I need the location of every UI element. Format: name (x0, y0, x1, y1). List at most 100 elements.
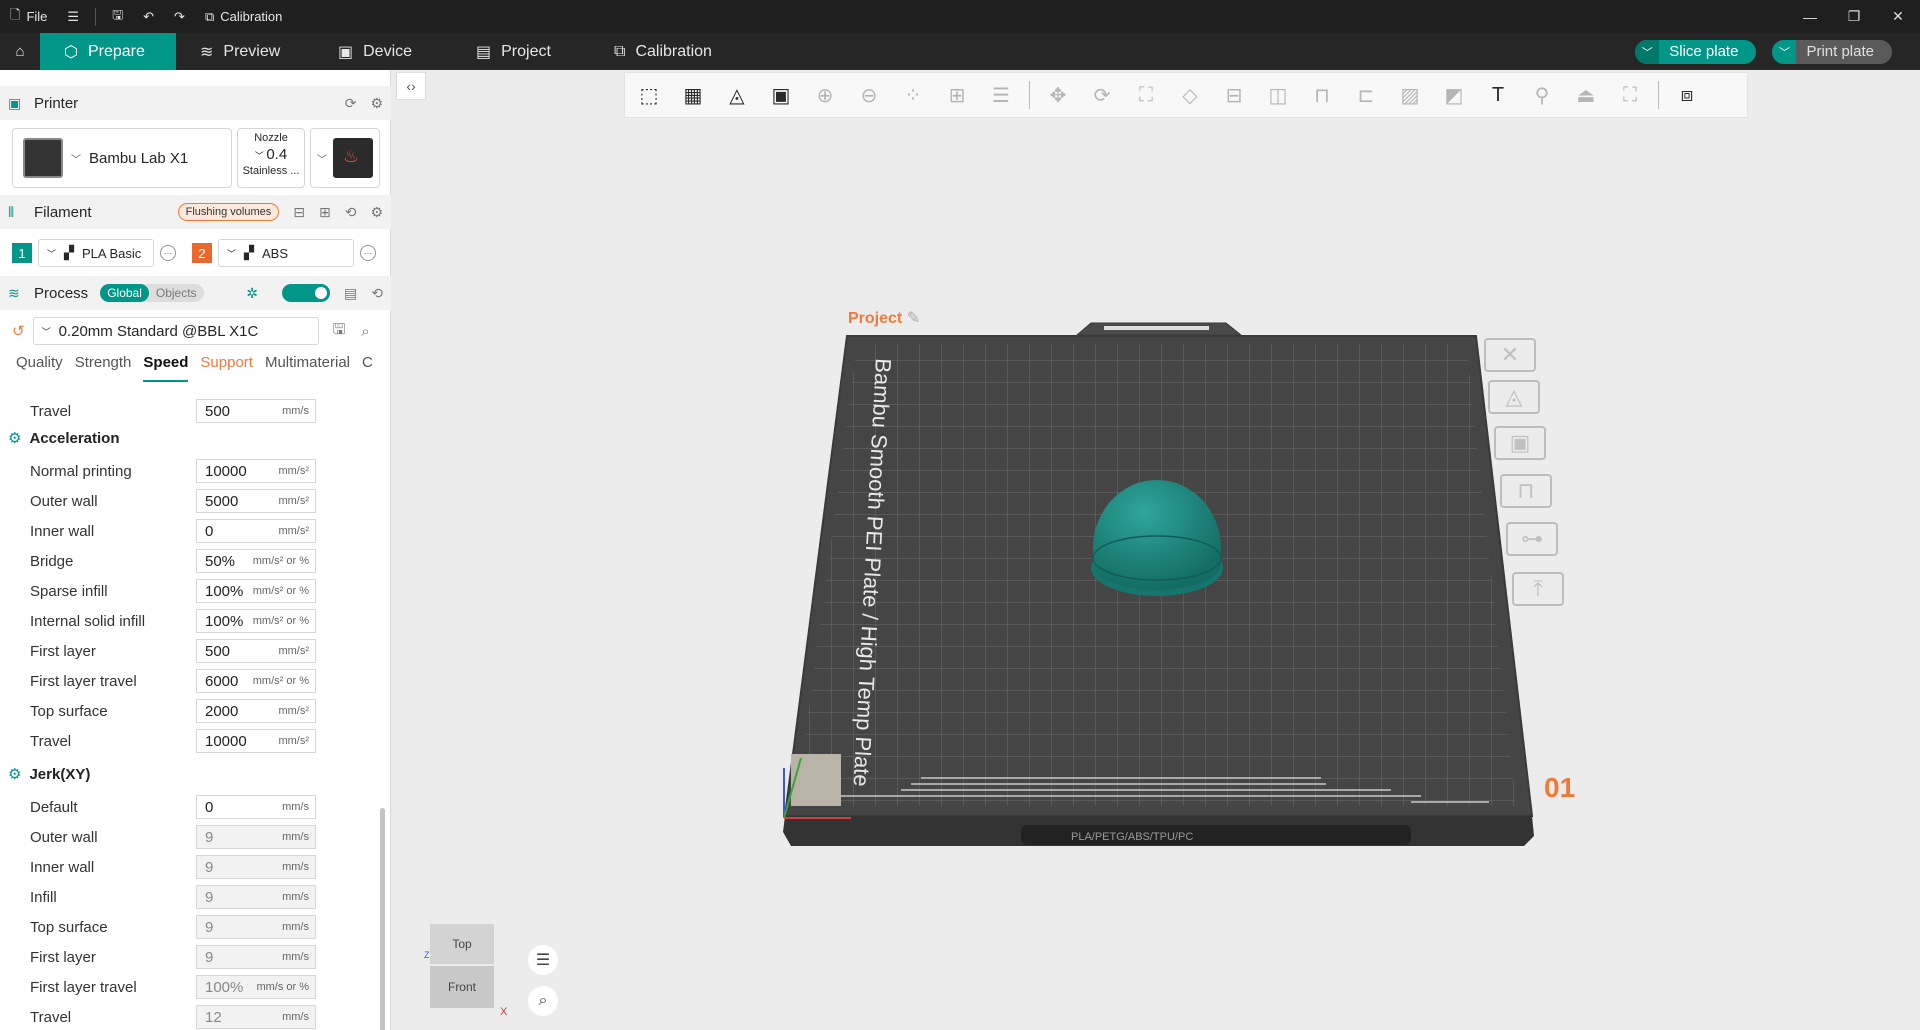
tab-calibration[interactable]: ⧉ Calibration (590, 33, 728, 70)
move-icon[interactable]: ✥ (1042, 79, 1074, 111)
close-button[interactable]: ✕ (1876, 0, 1920, 33)
tab-preview[interactable]: ≋ Preview (176, 33, 314, 70)
setting-input[interactable]: 50% mm/s² or % (196, 549, 316, 573)
tab-support[interactable]: Support (200, 354, 253, 382)
setting-input[interactable]: 10000 mm/s² (196, 729, 316, 753)
setting-input[interactable]: 9 mm/s (196, 915, 316, 939)
support-paint-icon[interactable]: ⊓ (1306, 79, 1338, 111)
setting-input[interactable]: 9 mm/s (196, 855, 316, 879)
tab-others-truncated[interactable]: C (362, 354, 373, 382)
filament-slot-badge[interactable]: 2 (192, 243, 212, 263)
setting-input[interactable]: 100% mm/s² or % (196, 609, 316, 633)
settings-icon[interactable]: ⚙ (370, 204, 383, 221)
tab-speed[interactable]: Speed (143, 354, 189, 382)
home-icon[interactable]: ⌂ (0, 33, 40, 70)
file-menu[interactable]: 🗋 File (0, 0, 57, 33)
3d-viewport[interactable]: PLA/PETG/ABS/TPU/PC Bambu Smooth PEI Pla… (391, 118, 1920, 1030)
menu-icon[interactable]: ☰ (57, 0, 89, 33)
scale-icon[interactable]: ⛶ (1130, 79, 1162, 111)
printer-selector[interactable]: ﹀ Bambu Lab X1 (12, 128, 232, 188)
settings-icon[interactable]: ⚙ (370, 95, 383, 112)
setting-input[interactable]: 500 mm/s (196, 399, 316, 423)
lock-plate-icon[interactable]: ⊓ (1500, 474, 1552, 508)
arrange-icon[interactable]: ▣ (765, 79, 797, 111)
cube-top-face[interactable]: Top (430, 924, 494, 964)
advanced-toggle[interactable] (282, 284, 331, 302)
settings-scrollbar[interactable] (379, 388, 386, 1030)
advanced-icon[interactable]: ✲ (246, 285, 258, 302)
tab-quality[interactable]: Quality (16, 354, 63, 382)
arrange-plate-icon[interactable]: ▣ (1494, 426, 1546, 460)
edit-icon[interactable]: ✎ (907, 310, 920, 327)
fuzzy-skin-icon[interactable]: ▨ (1394, 79, 1426, 111)
move-plate-icon[interactable]: ⤒ (1512, 572, 1564, 606)
restore-button[interactable]: ❐ (1832, 0, 1876, 33)
seam-paint-icon[interactable]: ⊏ (1350, 79, 1382, 111)
undo-icon[interactable]: ↶ (133, 0, 164, 33)
tab-device[interactable]: ▣ Device (314, 33, 452, 70)
setting-input[interactable]: 500 mm/s² (196, 639, 316, 663)
slice-plate-button[interactable]: ﹀ Slice plate (1635, 39, 1757, 64)
chevron-down-icon[interactable]: ﹀ (1772, 39, 1797, 64)
global-option[interactable]: Global (100, 284, 149, 302)
plate-settings-icon[interactable]: ⊶ (1506, 522, 1558, 556)
redo-icon[interactable]: ↷ (164, 0, 195, 33)
add-filament-icon[interactable]: ⊞ (319, 204, 331, 221)
setting-input[interactable]: 100% mm/s² or % (196, 579, 316, 603)
compare-icon[interactable]: ▤ (344, 285, 357, 302)
chevron-down-icon[interactable]: ﹀ (1635, 39, 1660, 64)
split-parts-icon[interactable]: ⊞ (941, 79, 973, 111)
project-label[interactable]: Project ✎ (848, 308, 920, 328)
assembly-view-icon[interactable]: ⧈ (1671, 79, 1703, 111)
tab-multimaterial[interactable]: Multimaterial (265, 354, 350, 382)
scrollbar-thumb[interactable] (380, 808, 385, 1030)
calibration-menu[interactable]: ⧉ Calibration (195, 0, 292, 33)
lay-on-face-icon[interactable]: ◇ (1174, 79, 1206, 111)
setting-input[interactable]: 0 mm/s (196, 795, 316, 819)
remove-icon[interactable]: ⊖ (853, 79, 885, 111)
setting-input[interactable]: 100% mm/s or % (196, 975, 316, 999)
process-preset-selector[interactable]: ﹀ 0.20mm Standard @BBL X1C (32, 317, 319, 345)
add-object-icon[interactable]: ⬚ (633, 79, 665, 111)
tab-strength[interactable]: Strength (75, 354, 132, 382)
minimize-button[interactable]: — (1788, 0, 1832, 33)
color-paint-icon[interactable]: ◩ (1438, 79, 1470, 111)
add-plate-icon[interactable]: ▦ (677, 79, 709, 111)
setting-input[interactable]: 9 mm/s (196, 825, 316, 849)
mesh-boolean-icon[interactable]: ◫ (1262, 79, 1294, 111)
tab-project[interactable]: ▤ Project (452, 33, 590, 70)
menu-icon[interactable]: ☰ (528, 945, 558, 975)
setting-input[interactable]: 9 mm/s (196, 885, 316, 909)
filament-slot-badge[interactable]: 1 (12, 243, 32, 263)
nozzle-selector[interactable]: Nozzle ﹀ 0.4 Stainless ... (237, 128, 305, 188)
filament-selector[interactable]: ﹀ ▞ PLA Basic (38, 239, 154, 267)
emboss-icon[interactable]: ⚲ (1526, 79, 1558, 111)
zoom-icon[interactable]: ⌕ (528, 986, 558, 1016)
save-icon[interactable]: 🖫 (333, 319, 346, 344)
assembly-icon[interactable]: ⛶ (1614, 79, 1646, 111)
split-objects-icon[interactable]: ⁘ (897, 79, 929, 111)
navigation-cube[interactable]: Top Front Z X (424, 920, 507, 1018)
tab-prepare[interactable]: ⬡ Prepare (40, 33, 176, 70)
search-icon[interactable]: ⌕ (361, 323, 369, 340)
setting-input[interactable]: 5000 mm/s² (196, 489, 316, 513)
remove-filament-icon[interactable]: ⊟ (293, 204, 305, 221)
refresh-icon[interactable]: ⟳ (345, 95, 357, 112)
sync-icon[interactable]: ⟲ (371, 285, 383, 302)
collapse-sidebar-button[interactable]: ‹› (396, 72, 426, 100)
more-options-icon[interactable]: ··· (360, 245, 376, 261)
variable-layer-icon[interactable]: ☰ (985, 79, 1017, 111)
auto-orient-plate-icon[interactable]: ◬ (1488, 380, 1540, 414)
plate-type-selector[interactable]: ﹀ (310, 128, 380, 188)
rotate-icon[interactable]: ⟳ (1086, 79, 1118, 111)
print-plate-button[interactable]: ﹀ Print plate (1772, 39, 1892, 64)
save-icon[interactable]: 🖫 (102, 0, 133, 33)
add-icon[interactable]: ⊕ (809, 79, 841, 111)
setting-input[interactable]: 10000 mm/s² (196, 459, 316, 483)
cut-icon[interactable]: ⊟ (1218, 79, 1250, 111)
setting-input[interactable]: 2000 mm/s² (196, 699, 316, 723)
auto-orient-icon[interactable]: ◬ (721, 79, 753, 111)
cube-front-face[interactable]: Front (430, 966, 494, 1008)
more-options-icon[interactable]: ··· (160, 245, 176, 261)
flushing-volumes-button[interactable]: Flushing volumes (177, 203, 280, 221)
